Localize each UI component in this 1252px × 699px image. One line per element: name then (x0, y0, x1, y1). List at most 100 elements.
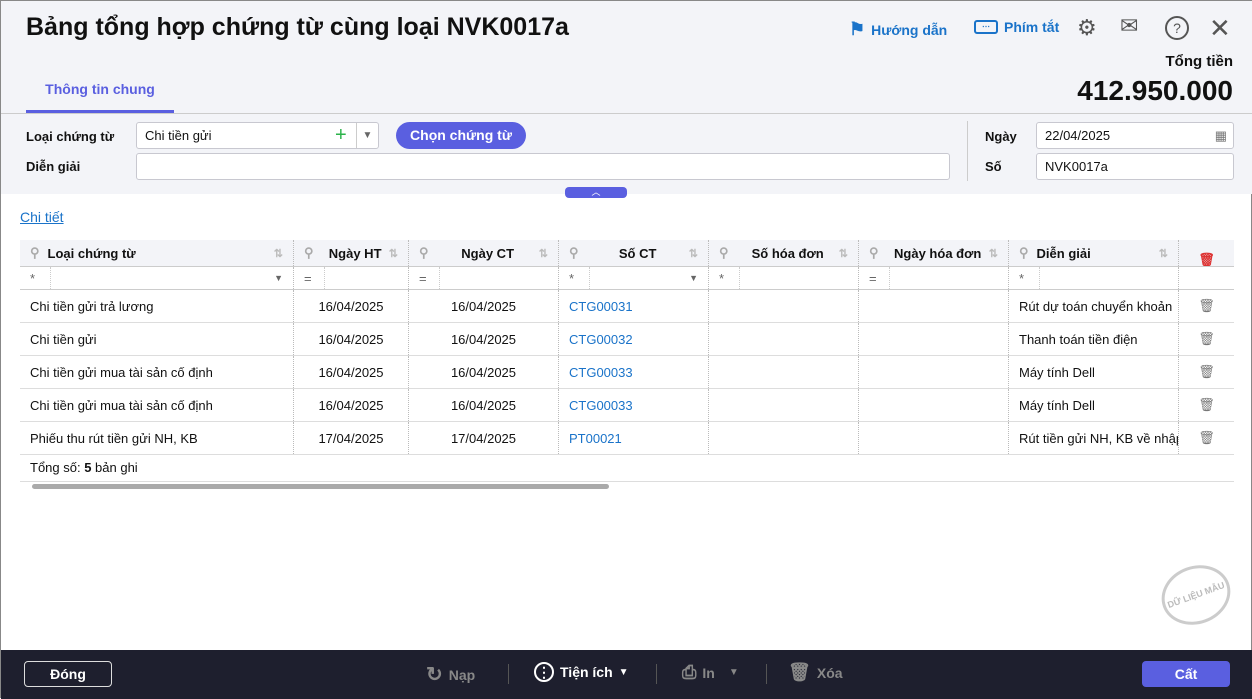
filter-input[interactable] (50, 267, 274, 289)
utilities-button[interactable]: ⋮ Tiện ích ▼ (534, 662, 629, 682)
row-delete: 🗑 (1179, 323, 1234, 355)
pin-icon[interactable]: ⚲ (304, 245, 314, 261)
close-button[interactable]: Đóng (24, 661, 112, 687)
trash-icon[interactable]: 🗑 (1198, 298, 1215, 314)
trash-icon[interactable]: 🗑 (1198, 397, 1215, 413)
column-header[interactable]: ⚲ Ngày HT ⇅ (294, 240, 409, 266)
sort-icon[interactable]: ⇅ (989, 247, 998, 260)
choose-voucher-button[interactable]: Chọn chứng từ (396, 122, 526, 149)
trash-icon[interactable]: 🗑 (1198, 430, 1215, 446)
pin-icon[interactable]: ⚲ (869, 245, 879, 261)
type-label: Loại chứng từ (26, 129, 115, 144)
filter-operator[interactable]: = (869, 271, 889, 286)
row-delete: 🗑 (1179, 356, 1234, 388)
cell-text: Phiếu thu rút tiền gửi NH, KB (30, 430, 198, 446)
collapse-button[interactable]: ︿ (565, 187, 627, 198)
sort-icon[interactable]: ⇅ (274, 247, 283, 260)
mail-icon[interactable]: ✉ (1120, 13, 1138, 39)
chevron-down-icon[interactable]: ▼ (689, 273, 698, 283)
shortcut-button[interactable]: ⋯ Phím tắt (974, 19, 1059, 35)
table-cell: Chi tiền gửi mua tài sản cố định (20, 389, 294, 421)
date-input[interactable]: 22/04/2025 ▦ (1036, 122, 1234, 149)
divider (967, 121, 968, 181)
cell-text: 16/04/2025 (318, 298, 384, 314)
plus-icon[interactable]: + (335, 123, 347, 148)
cell-text[interactable]: CTG00031 (569, 299, 633, 314)
save-button[interactable]: Cất (1142, 661, 1230, 687)
column-header[interactable]: ⚲ Số CT ⇅ (559, 240, 709, 266)
table-cell (709, 290, 859, 322)
filter-operator[interactable]: = (419, 271, 439, 286)
filter-input[interactable] (439, 267, 548, 289)
chevron-down-icon[interactable]: ▼ (356, 123, 378, 148)
sort-icon[interactable]: ⇅ (389, 247, 398, 260)
desc-input[interactable] (136, 153, 950, 180)
filter-input[interactable] (889, 267, 998, 289)
more-icon: ⋮ (534, 662, 554, 682)
sort-icon[interactable]: ⇅ (539, 247, 548, 260)
chevron-down-icon: ▼ (728, 667, 739, 678)
column-header[interactable]: ⚲ Ngày CT ⇅ (409, 240, 559, 266)
sort-icon[interactable]: ⇅ (689, 247, 698, 260)
detail-link[interactable]: Chi tiết (20, 209, 64, 225)
column-header[interactable]: ⚲ Ngày hóa đơn ⇅ (859, 240, 1009, 266)
reload-button[interactable]: ↻ Nạp (426, 662, 475, 687)
filter-input[interactable] (739, 267, 848, 289)
delete-all-icon[interactable]: 🗑 (1198, 252, 1215, 266)
column-header[interactable]: ⚲ Loại chứng từ ⇅ (20, 240, 294, 266)
pin-icon[interactable]: ⚲ (719, 245, 729, 261)
cell-text[interactable]: PT00021 (569, 431, 622, 446)
table-cell (859, 323, 1009, 355)
guide-button[interactable]: ⚑ Hướng dẫn (849, 19, 947, 40)
date-label: Ngày (985, 129, 1017, 144)
filter-operator[interactable]: = (304, 271, 324, 286)
trash-icon[interactable]: 🗑 (1198, 364, 1215, 380)
filter-input[interactable] (589, 267, 689, 289)
cell-text: 16/04/2025 (318, 397, 384, 413)
horizontal-scrollbar[interactable] (20, 481, 1234, 489)
filter-operator[interactable]: * (30, 271, 50, 286)
tab-general-info[interactable]: Thông tin chung (26, 81, 174, 113)
filter-operator[interactable]: * (1019, 271, 1039, 286)
filter-input[interactable] (1039, 267, 1168, 289)
cell-text: 16/04/2025 (450, 364, 517, 380)
chevron-down-icon[interactable]: ▼ (274, 273, 283, 283)
pin-icon[interactable]: ⚲ (569, 245, 579, 261)
gear-icon[interactable]: ⚙ (1077, 15, 1097, 41)
close-icon[interactable]: ✕ (1209, 13, 1231, 44)
column-header[interactable]: ⚲ Số hóa đơn ⇅ (709, 240, 859, 266)
cell-text[interactable]: CTG00032 (569, 332, 633, 347)
page-title: Bảng tổng hợp chứng từ cùng loại NVK0017… (26, 13, 569, 41)
pin-icon[interactable]: ⚲ (1019, 245, 1029, 261)
filter-operator[interactable]: * (719, 271, 739, 286)
trash-icon[interactable]: 🗑 (1198, 331, 1215, 347)
table-cell: Máy tính Dell (1009, 356, 1179, 388)
number-input[interactable]: NVK0017a (1036, 153, 1234, 180)
sample-data-stamp: DỮ LIỆU MẪU (1153, 555, 1239, 635)
filter-operator[interactable]: * (569, 271, 589, 286)
sort-icon[interactable]: ⇅ (1159, 247, 1168, 260)
table-cell: Phiếu thu rút tiền gửi NH, KB (20, 422, 294, 454)
pin-icon[interactable]: ⚲ (419, 245, 429, 261)
pin-icon[interactable]: ⚲ (30, 245, 40, 261)
scrollbar-thumb[interactable] (32, 484, 609, 489)
table-cell (709, 389, 859, 421)
cell-text: 17/04/2025 (450, 430, 517, 446)
table-cell: Chi tiền gửi trả lương (20, 290, 294, 322)
print-button[interactable]: ⎙ In ▼ (682, 662, 739, 683)
cell-text[interactable]: CTG00033 (569, 398, 633, 413)
cell-text: Chi tiền gửi mua tài sản cố định (30, 364, 213, 380)
column-header[interactable]: ⚲ Diễn giải ⇅ (1009, 240, 1179, 266)
table-cell: PT00021 (559, 422, 709, 454)
filter-cell (1179, 267, 1234, 289)
table-cell (709, 323, 859, 355)
sort-icon[interactable]: ⇅ (839, 247, 848, 260)
detail-grid: ⚲ Loại chứng từ ⇅ ⚲ Ngày HT ⇅ ⚲ Ngày CT ⇅ ⚲ Số CT ⇅… (20, 240, 1234, 490)
cell-text[interactable]: CTG00033 (569, 365, 633, 380)
calendar-icon[interactable]: ▦ (1215, 123, 1227, 148)
delete-button[interactable]: 🗑 Xóa (788, 662, 843, 683)
help-icon[interactable]: ? (1165, 16, 1189, 40)
filter-input[interactable] (324, 267, 398, 289)
type-select[interactable]: Chi tiền gửi + ▼ (136, 122, 379, 149)
row-delete: 🗑 (1179, 422, 1234, 454)
